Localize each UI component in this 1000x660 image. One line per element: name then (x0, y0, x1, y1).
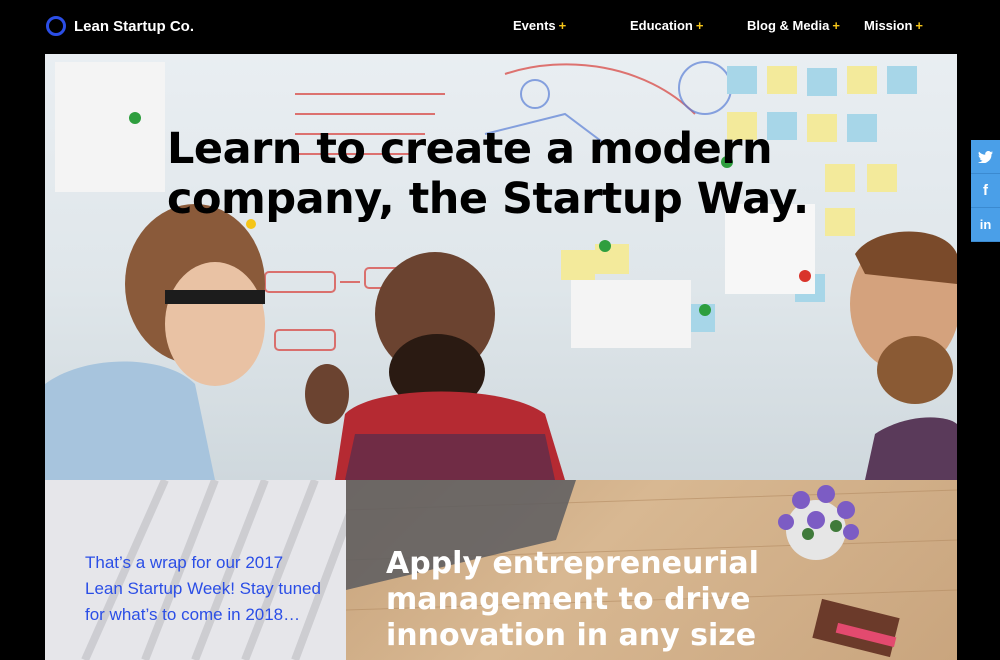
hero-headline-line1: Learn to create a modern (167, 124, 773, 174)
nav-item-education[interactable]: Education + (630, 18, 703, 33)
nav-item-label: Events (513, 18, 556, 33)
hero-headline-line2: company, the Startup Way. (167, 174, 809, 224)
site-header: Lean Startup Co. Events + Education + Blog… (0, 0, 1000, 54)
feature-tile[interactable]: Apply entrepreneurial management to driv… (346, 480, 957, 660)
hero-photo (45, 61, 957, 480)
nav-item-mission[interactable]: Mission + (864, 18, 923, 33)
promo-tile[interactable]: That’s a wrap for our 2017 Lean Startup … (45, 480, 346, 660)
main-nav: Events + Education + Blog & Media + Mission… (0, 18, 1000, 38)
linkedin-icon: in (979, 217, 992, 232)
linkedin-share-button[interactable]: in (971, 208, 1000, 242)
plus-icon: + (832, 18, 840, 33)
nav-item-label: Mission (864, 18, 913, 33)
nav-item-label: Education (630, 18, 693, 33)
plus-icon: + (915, 18, 923, 33)
twitter-icon (978, 150, 993, 163)
nav-item-label: Blog & Media (747, 18, 830, 33)
nav-item-blog-media[interactable]: Blog & Media + (747, 18, 840, 33)
twitter-share-button[interactable] (971, 140, 1000, 174)
hero-headline: Learn to create a modern company, the St… (167, 124, 887, 224)
social-share-bar: f in (971, 140, 1000, 242)
promo-text: That’s a wrap for our 2017 Lean Startup … (85, 553, 321, 624)
facebook-share-button[interactable]: f (971, 174, 1000, 208)
plus-icon: + (695, 18, 704, 33)
hero-banner: Learn to create a modern company, the St… (45, 54, 957, 480)
feature-text: Apply entrepreneurial management to driv… (386, 546, 759, 653)
nav-item-events[interactable]: Events + (513, 18, 566, 33)
facebook-icon: f (983, 182, 988, 199)
plus-icon: + (558, 18, 567, 33)
